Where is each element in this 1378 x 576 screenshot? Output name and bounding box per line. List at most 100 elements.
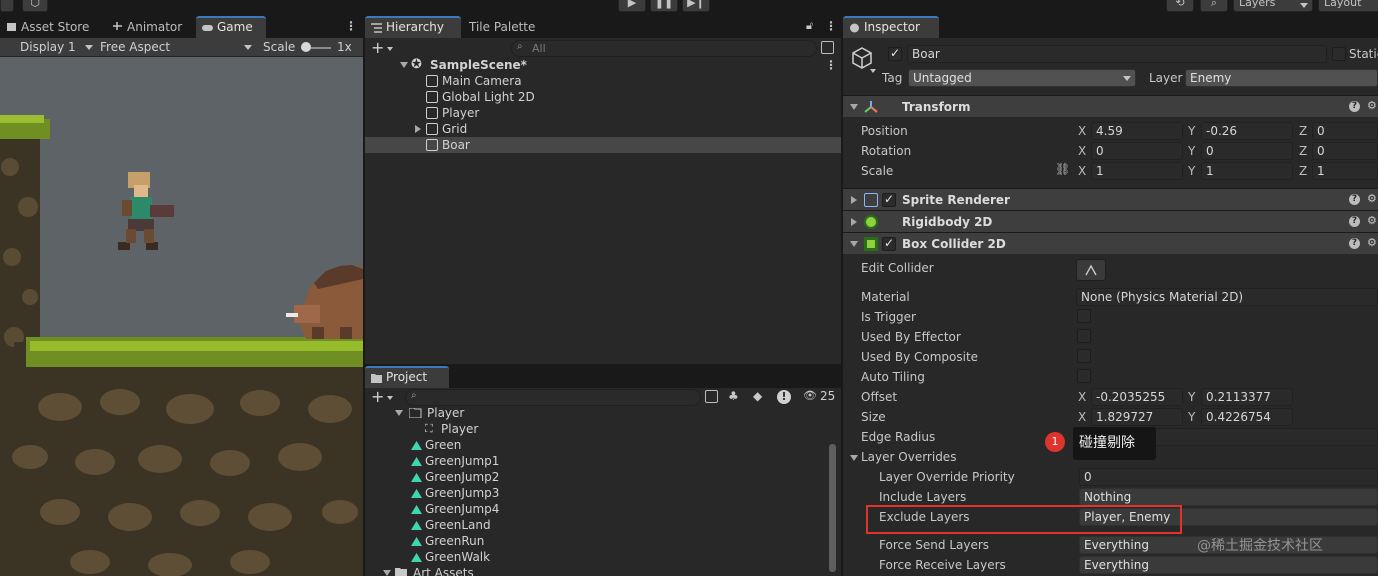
preset-icon[interactable]: ⚙︎ xyxy=(1367,236,1377,249)
tag-dropdown[interactable]: Untagged xyxy=(908,69,1136,87)
material-field[interactable]: None (Physics Material 2D) xyxy=(1076,288,1378,306)
scene-search-icon[interactable] xyxy=(705,390,718,403)
expand-arrow-icon[interactable] xyxy=(851,218,857,226)
link-icon[interactable]: ⛓︎ xyxy=(1055,162,1070,176)
list-item[interactable]: GreenLand xyxy=(411,517,491,533)
enabled-checkbox[interactable] xyxy=(882,236,896,251)
scrollbar[interactable] xyxy=(829,444,836,572)
list-item[interactable]: Player xyxy=(365,105,841,121)
help-icon[interactable]: ? xyxy=(1349,194,1360,205)
add-icon[interactable]: + xyxy=(371,387,384,406)
account-button[interactable] xyxy=(0,0,14,12)
list-item[interactable]: Grid xyxy=(365,121,841,137)
layers-dropdown[interactable]: Layers xyxy=(1233,0,1313,12)
layout-dropdown[interactable]: Layout xyxy=(1318,0,1378,12)
lock-icon[interactable]: 🔓︎ xyxy=(806,19,813,33)
static-checkbox[interactable] xyxy=(1332,47,1346,61)
expand-arrow-icon[interactable] xyxy=(400,62,408,68)
scale-slider-handle[interactable] xyxy=(301,42,311,52)
tab-animator[interactable]: Animator xyxy=(106,16,196,38)
error-icon[interactable]: ! xyxy=(777,390,791,404)
help-icon[interactable]: ? xyxy=(1349,101,1360,112)
layer-overrides-label[interactable]: Layer Overrides xyxy=(861,450,956,464)
rotation-y-input[interactable]: 0 xyxy=(1201,142,1293,160)
position-z-input[interactable]: 0 xyxy=(1312,122,1378,140)
tab-game[interactable]: Game xyxy=(196,16,266,38)
used-by-composite-checkbox[interactable] xyxy=(1077,349,1091,363)
tab-inspector[interactable]: Inspector xyxy=(843,16,939,38)
rigidbody2d-header[interactable]: Rigidbody 2D ? ⚙︎ xyxy=(843,210,1378,232)
position-y-input[interactable]: -0.26 xyxy=(1201,122,1293,140)
scene-row[interactable]: ✪ SampleScene* ⋮ xyxy=(365,57,841,73)
display-dropdown[interactable]: Display 1 xyxy=(20,40,76,54)
size-y-input[interactable]: 0.4226754 xyxy=(1201,408,1293,426)
expand-arrow-icon[interactable] xyxy=(383,570,391,576)
list-item[interactable]: GreenRun xyxy=(411,533,484,549)
aspect-dropdown[interactable]: Free Aspect xyxy=(100,40,170,54)
enabled-checkbox[interactable] xyxy=(882,192,896,207)
used-by-effector-checkbox[interactable] xyxy=(1077,329,1091,343)
label-icon[interactable]: ◆ xyxy=(753,389,762,403)
include-layers-dropdown[interactable]: Nothing xyxy=(1079,488,1378,506)
scale-y-input[interactable]: 1 xyxy=(1201,162,1293,180)
scale-z-input[interactable]: 1 xyxy=(1312,162,1378,180)
tab-tile-palette[interactable]: Tile Palette xyxy=(448,16,548,38)
pause-button[interactable]: ❚❚ xyxy=(650,0,678,12)
preset-icon[interactable]: ⚙︎ xyxy=(1367,99,1377,112)
expand-arrow-icon[interactable] xyxy=(395,410,403,416)
scale-x-input[interactable]: 1 xyxy=(1091,162,1183,180)
tab-project[interactable]: Project xyxy=(365,366,449,388)
sprite-renderer-header[interactable]: Sprite Renderer ? ⚙︎ xyxy=(843,188,1378,210)
list-item[interactable]: Main Camera xyxy=(365,73,841,89)
position-x-input[interactable]: 4.59 xyxy=(1091,122,1183,140)
search-icon[interactable]: ⌕ xyxy=(1200,0,1228,12)
kebab-menu-icon[interactable]: ⋮ xyxy=(825,19,837,33)
hidden-packages-icon[interactable]: 👁︎ xyxy=(803,389,817,402)
box-collider-header[interactable]: Box Collider 2D ? ⚙︎ xyxy=(843,232,1378,254)
scene-search-icon[interactable] xyxy=(821,41,834,54)
preset-icon[interactable]: ⚙︎ xyxy=(1367,192,1377,205)
help-icon[interactable]: ? xyxy=(1349,216,1360,227)
edit-collider-button[interactable] xyxy=(1076,259,1106,281)
list-item[interactable]: Global Light 2D xyxy=(365,89,841,105)
filter-type-icon[interactable]: ♣ xyxy=(728,389,739,403)
object-name-input[interactable]: Boar xyxy=(907,45,1327,63)
offset-x-input[interactable]: -0.2035255 xyxy=(1091,388,1183,406)
offset-y-input[interactable]: 0.2113377 xyxy=(1201,388,1293,406)
list-item[interactable]: GreenJump3 xyxy=(411,485,499,501)
rotation-z-input[interactable]: 0 xyxy=(1312,142,1378,160)
step-button[interactable]: ▶❙ xyxy=(682,0,710,12)
project-search-input[interactable]: ⌕ xyxy=(405,389,701,406)
kebab-menu-icon[interactable]: ⋮ xyxy=(345,19,357,33)
preset-icon[interactable]: ⚙︎ xyxy=(1367,214,1377,227)
list-item[interactable]: GreenJump2 xyxy=(411,469,499,485)
list-item[interactable]: GreenWalk xyxy=(411,549,490,565)
history-icon[interactable]: ⟲ xyxy=(1166,0,1194,12)
list-item-selected[interactable]: Boar xyxy=(365,137,841,153)
auto-tiling-checkbox[interactable] xyxy=(1077,369,1091,383)
list-item[interactable]: GreenJump4 xyxy=(411,501,499,517)
force-receive-layers-dropdown[interactable]: Everything xyxy=(1079,556,1378,574)
layer-dropdown[interactable]: Enemy xyxy=(1185,69,1378,87)
collapse-arrow-icon[interactable] xyxy=(850,104,858,110)
tab-asset-store[interactable]: Asset Store xyxy=(0,16,110,38)
help-icon[interactable]: ? xyxy=(1349,238,1360,249)
collapse-arrow-icon[interactable] xyxy=(850,241,858,247)
play-button[interactable]: ▶ xyxy=(618,0,646,12)
hierarchy-search-input[interactable]: ⌕ All xyxy=(511,40,817,57)
override-priority-input[interactable]: 0 xyxy=(1079,468,1378,486)
active-checkbox[interactable] xyxy=(888,46,902,61)
size-x-input[interactable]: 1.829727 xyxy=(1091,408,1183,426)
list-item[interactable]: Green xyxy=(411,437,461,453)
game-view[interactable] xyxy=(0,57,363,576)
list-item[interactable]: GreenJump1 xyxy=(411,453,499,469)
expand-arrow-icon[interactable] xyxy=(415,125,421,133)
transform-header[interactable]: Transform ? ⚙︎ xyxy=(843,95,1378,117)
cloud-icon[interactable]: ⬡ xyxy=(22,0,48,12)
add-icon[interactable]: + xyxy=(371,38,384,57)
tab-hierarchy[interactable]: Hierarchy xyxy=(365,16,461,38)
expand-arrow-icon[interactable] xyxy=(851,196,857,204)
kebab-menu-icon[interactable]: ⋮ xyxy=(825,57,837,73)
rotation-x-input[interactable]: 0 xyxy=(1091,142,1183,160)
is-trigger-checkbox[interactable] xyxy=(1077,309,1091,323)
